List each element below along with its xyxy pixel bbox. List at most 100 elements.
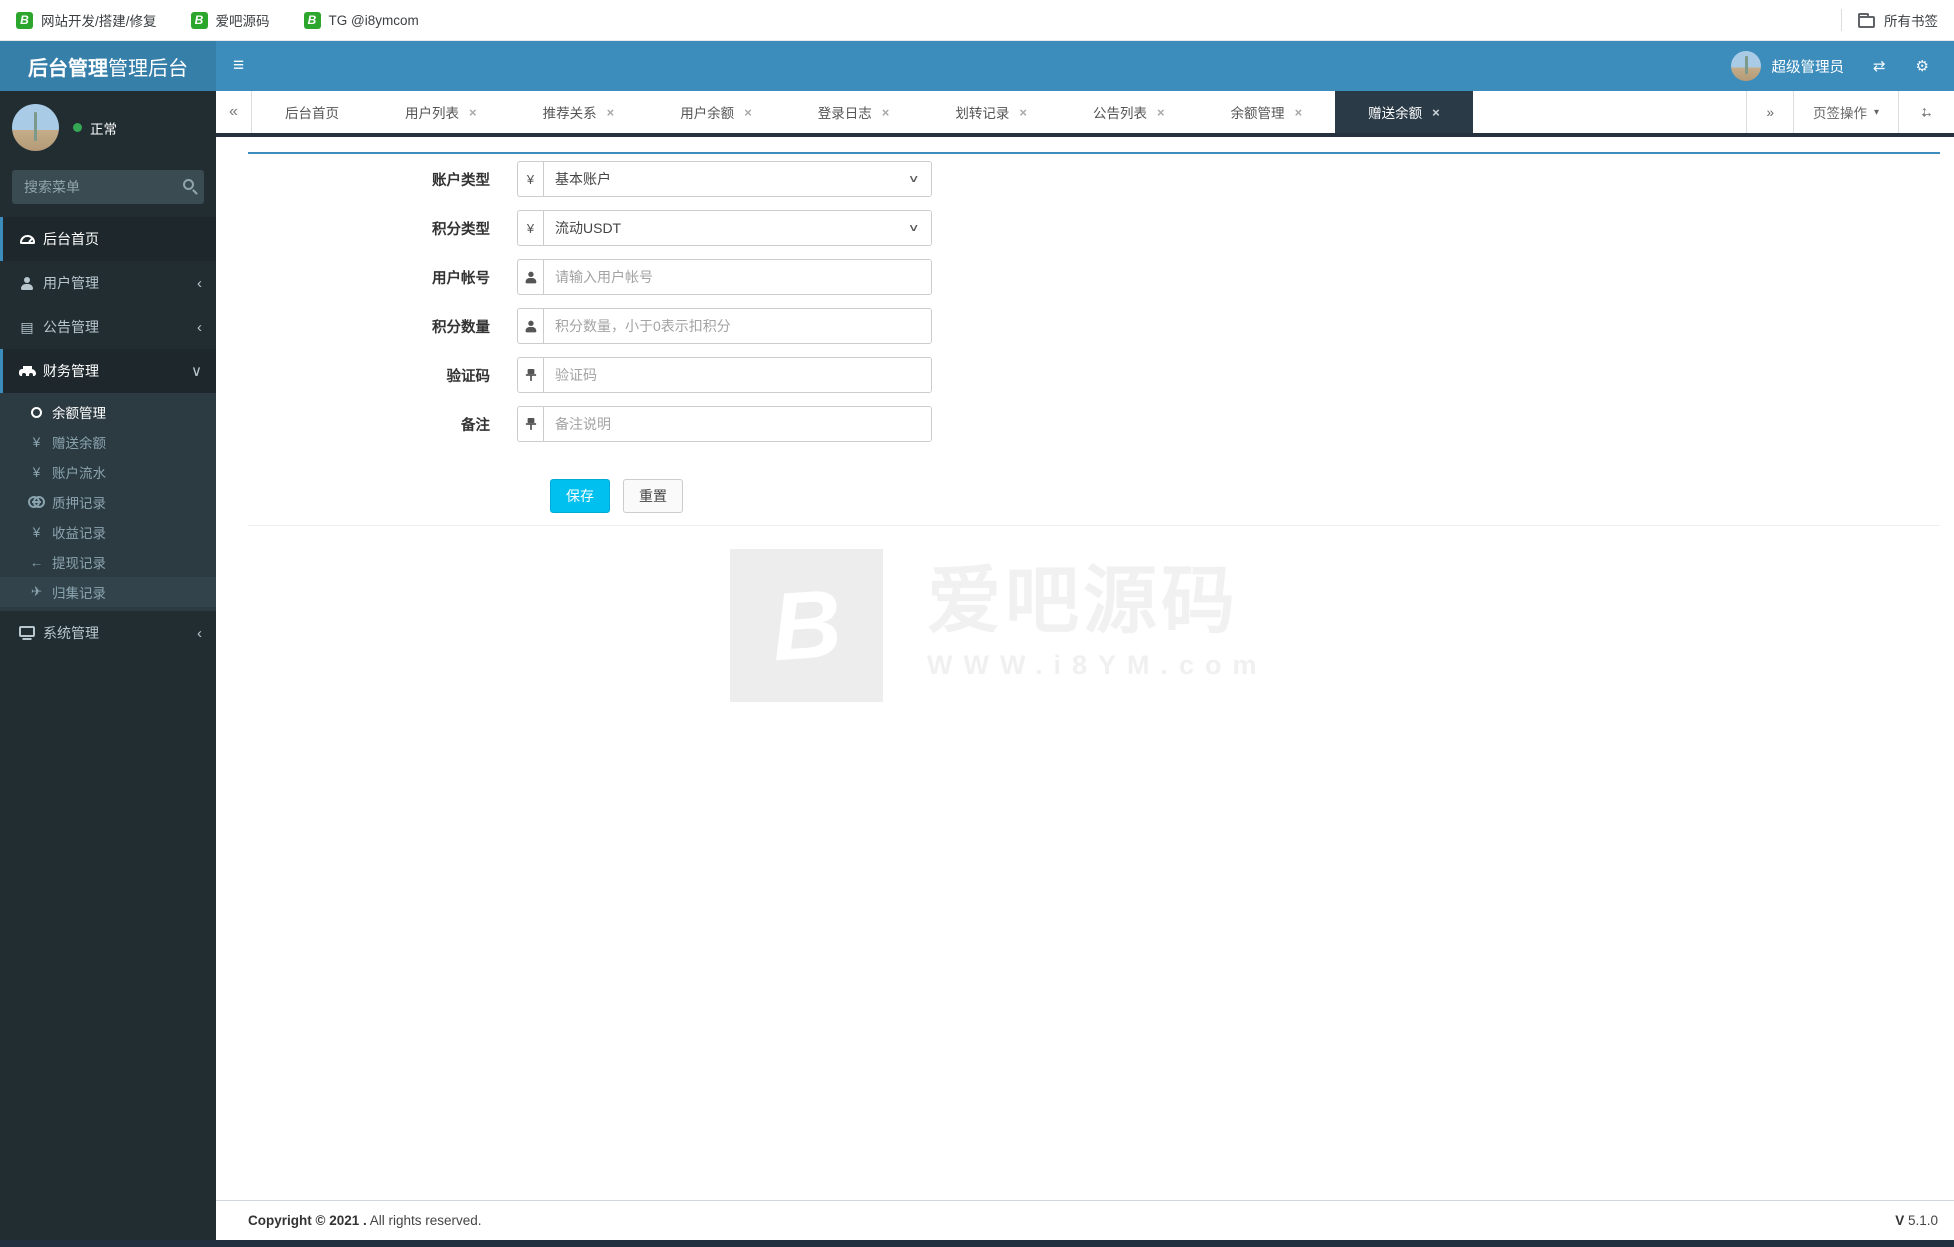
- sidebar-item-gift-balance[interactable]: ¥ 赠送余额: [0, 427, 216, 457]
- tab-login-log[interactable]: 登录日志 ×: [785, 91, 923, 133]
- gear-icon[interactable]: ⚙: [1901, 41, 1944, 91]
- watermark-logo: B: [768, 569, 845, 681]
- search-button[interactable]: [183, 179, 194, 190]
- sidebar-item-system-mgmt[interactable]: 系统管理 ‹: [0, 611, 216, 655]
- close-icon[interactable]: ×: [469, 105, 477, 120]
- footer-copyright-bold: Copyright © 2021 .: [248, 1213, 367, 1228]
- tab-gift-balance[interactable]: 赠送余额 ×: [1335, 91, 1473, 133]
- points-type-select[interactable]: 流动USDT: [544, 211, 931, 245]
- tabs-list: 后台首页 用户列表 × 推荐关系 × 用户余额 × 登录日志 × 划转记录 ×: [252, 91, 1473, 133]
- form-row-username: 用户帐号: [248, 259, 1940, 295]
- sidebar-item-label: 用户管理: [43, 275, 99, 291]
- sidebar-user-panel: 正常: [0, 91, 216, 161]
- pin-icon: [518, 358, 544, 392]
- bookmark-favicon-icon: B: [303, 11, 321, 29]
- close-icon[interactable]: ×: [1432, 105, 1440, 120]
- account-type-select[interactable]: 基本账户: [544, 162, 931, 196]
- tab-balance-mgmt[interactable]: 余额管理 ×: [1198, 91, 1336, 133]
- tab-user-list[interactable]: 用户列表 ×: [372, 91, 510, 133]
- footer-version-number: 5.1.0: [1904, 1213, 1938, 1228]
- newspaper-icon: ▤: [20, 318, 34, 335]
- close-icon[interactable]: ×: [1157, 105, 1165, 120]
- chevron-left-icon: ‹: [197, 318, 202, 336]
- sidebar-item-balance-mgmt[interactable]: 余额管理: [0, 397, 216, 427]
- watermark-title: 爱吧源码: [927, 559, 1239, 642]
- reset-button[interactable]: 重置: [623, 479, 683, 513]
- sidebar-avatar: [12, 104, 59, 151]
- bookmark-label: TG @i8ymcom: [328, 12, 419, 28]
- pin-icon: [518, 407, 544, 441]
- yen-icon: ¥: [32, 464, 41, 480]
- sidebar-menu: 后台首页 用户管理 ‹ ▤ 公告管理 ‹ 财务管理 ∨ 余额管理 ¥ 赠送余额 …: [0, 217, 216, 655]
- close-icon[interactable]: ×: [1019, 105, 1027, 120]
- tab-actions-dropdown[interactable]: 页签操作 ▾: [1792, 91, 1898, 133]
- tab-label: 后台首页: [285, 106, 339, 121]
- captcha-group: [517, 357, 932, 393]
- username-input[interactable]: [544, 260, 931, 294]
- navbar-right: 超级管理员 ⇄ ⚙: [1717, 41, 1954, 91]
- save-button[interactable]: 保存: [550, 479, 610, 513]
- search-icon: [183, 179, 194, 190]
- sidebar-item-finance-mgmt[interactable]: 财务管理 ∨: [0, 349, 216, 393]
- watermark: B 爱吧源码 WWW.i8YM.com: [730, 549, 1940, 702]
- app-header: 后台管理 管理后台 ≡ 超级管理员 ⇄ ⚙: [0, 41, 1954, 91]
- user-icon: [518, 260, 544, 294]
- tab-dashboard[interactable]: 后台首页: [252, 91, 372, 133]
- close-icon[interactable]: ×: [882, 105, 890, 120]
- sidebar-item-dashboard[interactable]: 后台首页: [0, 217, 216, 261]
- navbar-user-menu[interactable]: 超级管理员: [1717, 41, 1858, 91]
- close-icon[interactable]: ×: [1295, 105, 1303, 120]
- sidebar-item-withdraw-log[interactable]: ← 提现记录: [0, 547, 216, 577]
- sidebar-item-pledge-log[interactable]: 质押记录: [0, 487, 216, 517]
- close-icon[interactable]: ×: [607, 105, 615, 120]
- bookmark-item[interactable]: B TG @i8ymcom: [303, 11, 419, 29]
- sidebar-search-input[interactable]: [12, 170, 204, 204]
- submenu-item-label: 收益记录: [52, 526, 106, 541]
- all-bookmarks-button[interactable]: 所有书签: [1858, 10, 1938, 30]
- refresh-icon[interactable]: ⇄: [1858, 41, 1901, 91]
- watermark-subtitle: WWW.i8YM.com: [927, 649, 1268, 680]
- remark-input[interactable]: [544, 407, 931, 441]
- close-icon[interactable]: ×: [744, 105, 752, 120]
- tab-label: 余额管理: [1230, 106, 1285, 121]
- yen-icon: ¥: [518, 162, 544, 196]
- tabs-scroll-left-button[interactable]: «: [216, 91, 252, 133]
- bookmark-item[interactable]: B 爱吧源码: [190, 10, 270, 30]
- sidebar-item-account-flow[interactable]: ¥ 账户流水: [0, 457, 216, 487]
- fullscreen-button[interactable]: [1898, 91, 1954, 133]
- tab-notice-list[interactable]: 公告列表 ×: [1060, 91, 1198, 133]
- bookmarks-bar: B 网站开发/搭建/修复 B 爱吧源码 B TG @i8ymcom 所有书签: [0, 0, 1954, 41]
- sidebar-item-notice-mgmt[interactable]: ▤ 公告管理 ‹: [0, 305, 216, 349]
- chevron-left-icon: ‹: [197, 274, 202, 292]
- all-bookmarks-label: 所有书签: [1884, 14, 1938, 29]
- sidebar-item-profit-log[interactable]: ¥ 收益记录: [0, 517, 216, 547]
- tabs-scroll-right-button[interactable]: »: [1746, 91, 1793, 133]
- sidebar-item-label: 系统管理: [43, 625, 99, 641]
- tab-transfer-log[interactable]: 划转记录 ×: [922, 91, 1060, 133]
- footer-copyright-rest: All rights reserved.: [366, 1213, 482, 1228]
- jet-icon: ✈: [30, 584, 43, 599]
- sidebar-item-collect-log[interactable]: ✈ 归集记录: [0, 577, 216, 607]
- points-amount-input[interactable]: [544, 309, 931, 343]
- chevron-down-icon: ∨: [191, 363, 202, 380]
- field-label: 备注: [461, 417, 490, 434]
- yen-icon: ¥: [32, 434, 41, 450]
- submenu-item-label: 余额管理: [52, 406, 106, 421]
- tab-user-balance[interactable]: 用户余额 ×: [647, 91, 785, 133]
- arrow-left-icon: ←: [29, 554, 44, 570]
- tab-referral[interactable]: 推荐关系 ×: [510, 91, 648, 133]
- folder-icon: [1858, 13, 1875, 28]
- form-row-remark: 备注: [248, 406, 1940, 442]
- captcha-input[interactable]: [544, 358, 931, 392]
- app-logo[interactable]: 后台管理 管理后台: [0, 41, 216, 91]
- account-type-select-wrap: 基本账户: [544, 162, 931, 196]
- bookmark-favicon-icon: B: [190, 11, 208, 29]
- form-row-account-type: 账户类型 ¥ 基本账户: [248, 161, 1940, 197]
- sidebar-toggle-button[interactable]: ≡: [216, 41, 261, 91]
- page-root: B 网站开发/搭建/修复 B 爱吧源码 B TG @i8ymcom 所有书签 后…: [0, 0, 1954, 1247]
- bookmark-item[interactable]: B 网站开发/搭建/修复: [16, 10, 157, 30]
- tab-bar: « 后台首页 用户列表 × 推荐关系 × 用户余额 × 登录日志 × 划转记录 …: [216, 91, 1954, 137]
- sidebar-search: [12, 170, 204, 204]
- tab-label: 用户余额: [680, 106, 735, 121]
- sidebar-item-user-mgmt[interactable]: 用户管理 ‹: [0, 261, 216, 305]
